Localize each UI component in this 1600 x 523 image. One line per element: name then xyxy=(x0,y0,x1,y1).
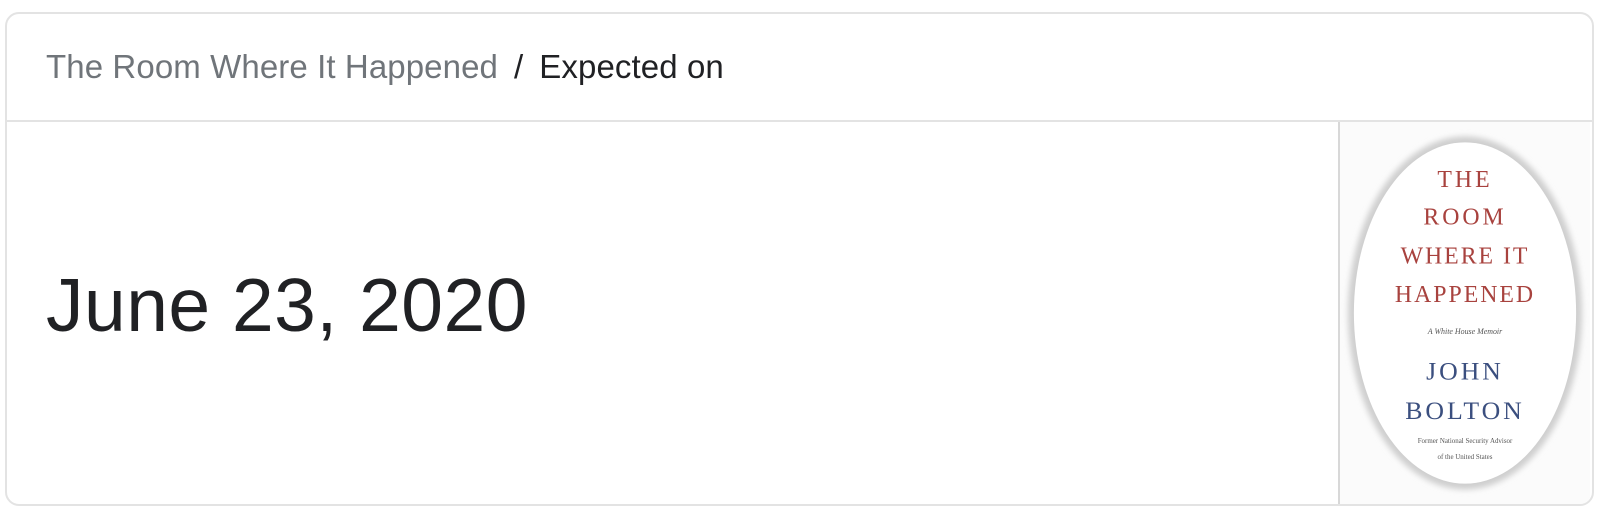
breadcrumb-separator: / xyxy=(514,48,524,85)
book-cover-image[interactable]: THE ROOM WHERE IT HAPPENED A White House… xyxy=(1338,122,1590,504)
breadcrumb-current: Expected on xyxy=(539,48,724,85)
cover-subtitle: A White House Memoir xyxy=(1427,327,1503,336)
book-cover-art: THE ROOM WHERE IT HAPPENED A White House… xyxy=(1347,136,1583,490)
card-body: June 23, 2020 THE ROOM WHERE IT HAPPENED… xyxy=(7,122,1592,504)
release-date-card: The Room Where It Happened / Expected on… xyxy=(5,12,1594,506)
cover-title-line-1: THE xyxy=(1437,167,1492,193)
cover-oval xyxy=(1353,142,1577,484)
cover-author-caption-line-1: Former National Security Advisor xyxy=(1418,437,1513,445)
cover-author-line-2: BOLTON xyxy=(1405,396,1525,425)
cover-title-line-4: HAPPENED xyxy=(1395,282,1535,308)
cover-author-line-1: JOHN xyxy=(1426,356,1504,385)
cover-author-caption-line-2: of the United States xyxy=(1438,453,1493,461)
breadcrumb-book-link[interactable]: The Room Where It Happened xyxy=(46,48,498,86)
release-date: June 23, 2020 xyxy=(46,263,528,347)
card-header: The Room Where It Happened / Expected on xyxy=(7,14,1592,122)
cover-title-line-2: ROOM xyxy=(1423,205,1506,231)
cover-title-line-3: WHERE IT xyxy=(1401,243,1530,269)
